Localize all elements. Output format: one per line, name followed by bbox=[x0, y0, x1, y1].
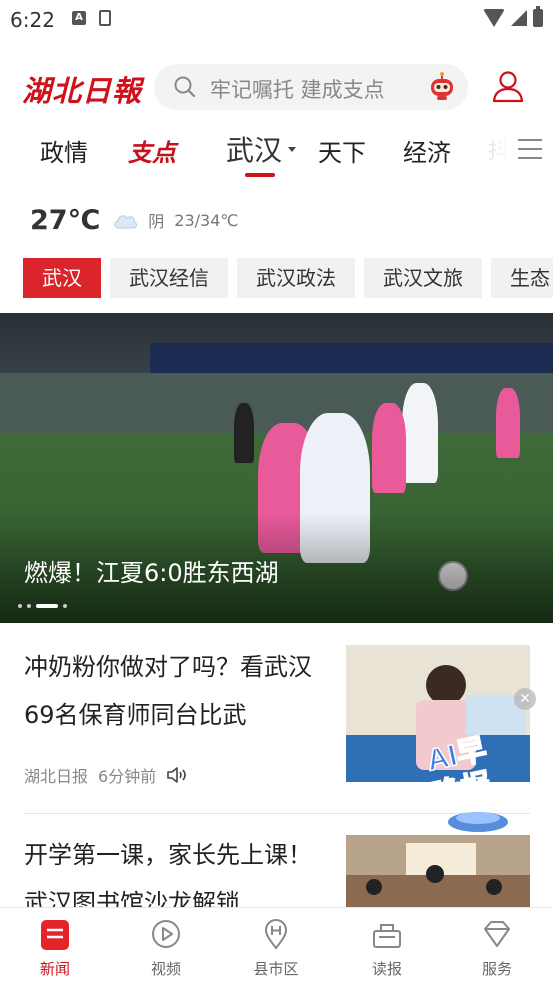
sd-card-icon bbox=[99, 10, 111, 26]
tab-zhidian[interactable]: 支点 bbox=[128, 133, 176, 168]
hero-player-figure bbox=[234, 403, 254, 463]
tab-label: 新闻 bbox=[39, 960, 70, 978]
news-source: 湖北日报 bbox=[24, 767, 89, 786]
subtab-wuhan[interactable]: 武汉 bbox=[23, 258, 101, 298]
battery-icon bbox=[533, 6, 543, 27]
tab-zhengqing[interactable]: 政情 bbox=[40, 133, 88, 168]
hero-carousel[interactable]: 燃爆！江夏6:0胜东西湖 bbox=[0, 313, 553, 623]
subtab-wuhan-jingxin[interactable]: 武汉经信 bbox=[110, 258, 228, 298]
news-title[interactable]: 冲奶粉你做对了吗？看武汉69名保育师同台比武 bbox=[24, 643, 324, 739]
newspaper-icon bbox=[373, 924, 401, 948]
tab-label: 视频 bbox=[150, 960, 181, 978]
tab-county[interactable]: 县市区 bbox=[221, 908, 331, 985]
ai-robot-icon[interactable] bbox=[426, 71, 458, 103]
tab-jingji[interactable]: 经济 bbox=[403, 133, 451, 168]
hero-title[interactable]: 燃爆！江夏6:0胜东西湖 bbox=[24, 553, 279, 588]
carousel-dot bbox=[18, 604, 22, 608]
app-logo[interactable]: 湖北日報 bbox=[22, 68, 142, 110]
location-pin-icon bbox=[264, 919, 288, 950]
tab-label: 服务 bbox=[481, 960, 512, 978]
carousel-dot bbox=[27, 604, 31, 608]
tab-news[interactable]: 新闻 bbox=[0, 908, 110, 985]
wifi-icon bbox=[483, 9, 505, 27]
tab-tianxia[interactable]: 天下 bbox=[318, 133, 366, 168]
weather-condition: 阴 bbox=[148, 212, 165, 231]
active-tab-indicator bbox=[245, 173, 275, 177]
tab-label: 县市区 bbox=[253, 960, 299, 978]
cellular-signal-icon bbox=[511, 10, 527, 26]
carousel-indicator bbox=[18, 604, 67, 608]
play-icon bbox=[152, 920, 180, 948]
subchannel-tabs: 武汉 武汉经信 武汉政法 武汉文旅 生态 bbox=[23, 258, 553, 298]
chevron-down-icon[interactable] bbox=[288, 147, 296, 152]
diamond-icon bbox=[484, 921, 510, 947]
ai-news-badge[interactable]: AI早 晚报 bbox=[420, 690, 530, 840]
search-icon bbox=[174, 76, 196, 98]
tab-fade-overlay bbox=[470, 125, 510, 177]
search-placeholder: 牢记嘱托 建成支点 bbox=[210, 78, 385, 102]
close-icon[interactable]: ✕ bbox=[514, 688, 536, 710]
user-profile-icon[interactable] bbox=[490, 68, 526, 104]
status-bar: 6:22 A bbox=[0, 0, 553, 40]
carousel-dot bbox=[63, 604, 67, 608]
status-time: 6:22 bbox=[10, 8, 55, 32]
carousel-dot-active bbox=[36, 604, 58, 608]
tab-video[interactable]: 视频 bbox=[111, 908, 221, 985]
tab-service[interactable]: 服务 bbox=[442, 908, 552, 985]
menu-icon[interactable] bbox=[518, 139, 542, 161]
hero-player-figure bbox=[496, 388, 520, 458]
tab-read-paper[interactable]: 读报 bbox=[332, 908, 442, 985]
hero-player-figure bbox=[372, 403, 406, 493]
channel-tabs: 政情 支点 武汉 天下 经济 抖 bbox=[0, 125, 553, 177]
app-header: 湖北日報 牢记嘱托 建成支点 bbox=[0, 62, 553, 112]
speaker-icon[interactable] bbox=[166, 767, 188, 783]
weather-temperature: 27℃ bbox=[30, 204, 101, 236]
hero-player-figure bbox=[402, 383, 438, 483]
weather-widget[interactable]: 27℃ 阴 23/34℃ bbox=[30, 200, 238, 240]
news-thumbnail[interactable] bbox=[346, 835, 530, 907]
news-title[interactable]: 开学第一课，家长先上课！武汉图书馆沙龙解锁 bbox=[24, 831, 324, 907]
tab-wuhan[interactable]: 武汉 bbox=[226, 129, 282, 169]
status-indicators bbox=[483, 6, 543, 27]
tab-label: 读报 bbox=[371, 960, 402, 978]
weather-range: 23/34℃ bbox=[174, 210, 239, 230]
search-bar[interactable]: 牢记嘱托 建成支点 bbox=[154, 64, 468, 110]
cloud-icon bbox=[114, 215, 138, 229]
subtab-wuhan-zhengfa[interactable]: 武汉政法 bbox=[237, 258, 355, 298]
news-time: 6分钟前 bbox=[98, 767, 157, 786]
news-icon bbox=[41, 920, 69, 950]
bottom-tab-bar: 新闻 视频 县市区 读报 服务 bbox=[0, 907, 553, 984]
subtab-shengtai[interactable]: 生态 bbox=[491, 258, 553, 298]
subtab-wuhan-wenlv[interactable]: 武汉文旅 bbox=[364, 258, 482, 298]
notification-a-icon: A bbox=[72, 11, 86, 25]
news-meta: 湖北日报 6分钟前 bbox=[24, 763, 188, 787]
